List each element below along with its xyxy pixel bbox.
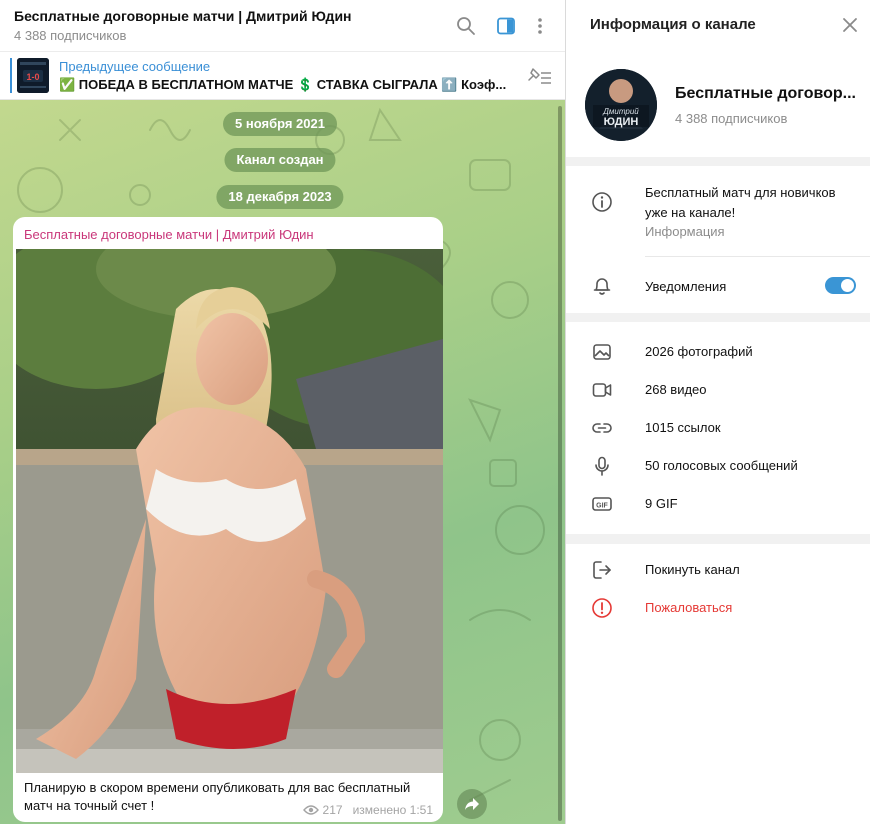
svg-text:Дмитрий: Дмитрий — [602, 107, 639, 116]
media-label: 2026 фотографий — [645, 344, 753, 359]
report-icon — [590, 596, 614, 620]
telegram-window: Бесплатные договорные матчи | Дмитрий Юд… — [0, 0, 870, 824]
service-message: Канал создан — [224, 148, 336, 172]
pin-list-icon — [528, 68, 551, 84]
svg-text:1-0: 1-0 — [26, 72, 39, 82]
date-separator: 18 декабря 2023 — [216, 185, 344, 209]
more-vertical-icon — [538, 18, 542, 34]
media-row-gif[interactable]: GIF 9 GIF — [566, 485, 870, 523]
divider — [645, 256, 870, 257]
channel-subscribers: 4 388 подписчиков — [675, 111, 788, 126]
chat-background[interactable]: 5 ноября 2021 Канал создан 18 декабря 20… — [0, 100, 565, 824]
leave-channel-button[interactable]: Покинуть канал — [566, 551, 870, 589]
pinned-text: ✅ ПОБЕДА В БЕСПЛАТНОМ МАТЧЕ 💲 СТАВКА СЫГ… — [59, 77, 507, 92]
leave-channel-label: Покинуть канал — [645, 562, 740, 577]
notifications-toggle[interactable] — [825, 277, 856, 294]
message-bubble[interactable]: Бесплатные договорные матчи | Дмитрий Юд… — [13, 217, 443, 822]
search-icon — [457, 17, 475, 35]
actions-section: Покинуть канал Пожаловаться — [566, 544, 870, 824]
pinned-title: Предыдущее сообщение — [59, 59, 211, 74]
svg-text:GIF: GIF — [596, 503, 608, 510]
channel-info-pane: Информация о канале Дмитрий ЮДИН Бесплат… — [565, 0, 870, 824]
info-header: Информация о канале — [566, 0, 870, 50]
media-row-photos[interactable]: 2026 фотографий — [566, 333, 870, 371]
message-photo[interactable] — [16, 249, 443, 773]
media-row-links[interactable]: 1015 ссылок — [566, 409, 870, 447]
chat-pane: Бесплатные договорные матчи | Дмитрий Юд… — [0, 0, 565, 824]
date-separator: 5 ноября 2021 — [223, 112, 337, 136]
pinned-accent-bar — [10, 58, 12, 93]
info-title: Информация о канале — [590, 16, 756, 33]
leave-icon — [590, 558, 614, 582]
pinned-thumbnail: 1-0 — [17, 58, 49, 93]
media-label: 9 GIF — [645, 496, 678, 511]
message-author[interactable]: Бесплатные договорные матчи | Дмитрий Юд… — [24, 227, 314, 242]
search-button[interactable] — [452, 12, 480, 40]
mic-icon — [590, 454, 614, 478]
notifications-label: Уведомления — [645, 279, 727, 294]
media-row-voice[interactable]: 50 голосовых сообщений — [566, 447, 870, 485]
shared-media-section: 2026 фотографий 268 видео 1015 ссылок 50… — [566, 322, 870, 534]
gif-icon: GIF — [590, 492, 614, 516]
media-label: 50 голосовых сообщений — [645, 458, 798, 473]
toggle-info-panel-button[interactable] — [492, 12, 520, 40]
toggle-knob — [841, 279, 854, 292]
link-icon — [590, 416, 614, 440]
views-count: 217 — [322, 803, 343, 817]
chat-title[interactable]: Бесплатные договорные матчи | Дмитрий Юд… — [14, 8, 352, 24]
svg-text:ЮДИН: ЮДИН — [604, 116, 639, 128]
description-label: Информация — [645, 224, 725, 239]
channel-description: Бесплатный матч для новичков уже на кана… — [645, 185, 836, 220]
pinned-list-button[interactable] — [527, 65, 553, 89]
close-info-button[interactable] — [839, 14, 861, 36]
forward-arrow-icon — [465, 798, 479, 810]
about-section: Бесплатный матч для новичков уже на кана… — [566, 166, 870, 313]
chat-subscribers: 4 388 подписчиков — [14, 28, 127, 43]
pinned-message[interactable]: 1-0 Предыдущее сообщение ✅ ПОБЕДА В БЕСП… — [0, 52, 565, 100]
channel-avatar[interactable]: Дмитрий ЮДИН — [585, 69, 657, 141]
video-icon — [590, 378, 614, 402]
chat-scrollbar[interactable] — [558, 106, 562, 821]
info-circle-icon — [590, 190, 614, 214]
views-eye-icon — [302, 805, 319, 815]
media-label: 268 видео — [645, 382, 707, 397]
close-icon — [843, 18, 857, 32]
media-row-videos[interactable]: 268 видео — [566, 371, 870, 409]
photo-icon — [590, 340, 614, 364]
chat-header[interactable]: Бесплатные договорные матчи | Дмитрий Юд… — [0, 0, 565, 52]
report-button[interactable]: Пожаловаться — [566, 589, 870, 627]
channel-profile: Дмитрий ЮДИН Бесплатные договор... 4 388… — [566, 50, 870, 157]
channel-name: Бесплатные договор... — [675, 85, 856, 102]
bell-icon — [590, 274, 614, 298]
media-label: 1015 ссылок — [645, 420, 721, 435]
report-label: Пожаловаться — [645, 600, 733, 615]
edited-time: изменено 1:51 — [352, 803, 433, 817]
sidebar-panel-icon — [497, 17, 515, 35]
forward-button[interactable] — [457, 789, 487, 819]
message-meta: 217 изменено 1:51 — [302, 803, 433, 817]
more-button[interactable] — [526, 12, 554, 40]
